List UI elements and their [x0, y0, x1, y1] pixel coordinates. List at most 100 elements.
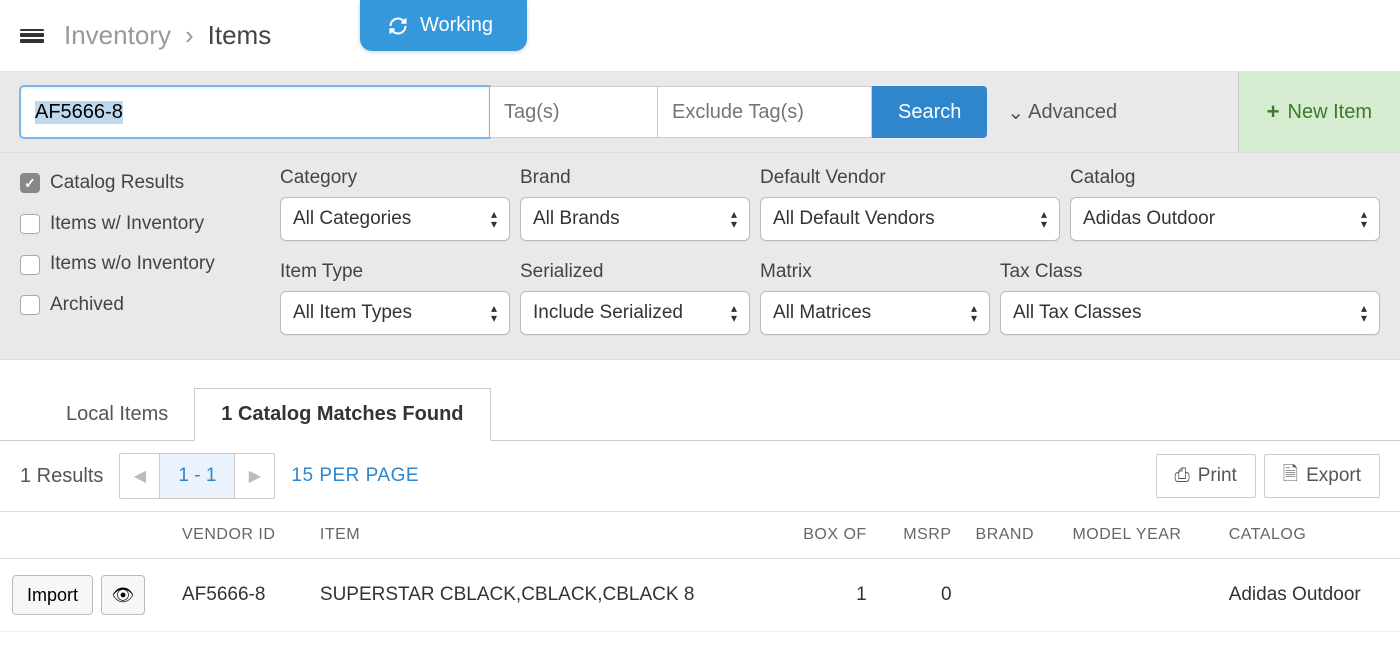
filter-selects-row1: Category All Categories ▴▾ Brand All Bra… — [280, 167, 1380, 241]
advanced-toggle[interactable]: ⌄ Advanced — [987, 72, 1137, 152]
field-category: Category All Categories ▴▾ — [280, 167, 510, 241]
field-label: Matrix — [760, 261, 990, 283]
cell-brand — [964, 559, 1061, 632]
field-tax-class: Tax Class All Tax Classes ▴▾ — [1000, 261, 1380, 335]
checkbox-label: Archived — [50, 293, 124, 318]
checkbox-label: Items w/o Inventory — [50, 252, 215, 277]
refresh-icon — [388, 16, 408, 36]
plus-icon: + — [1267, 99, 1280, 125]
select-value: All Brands — [533, 208, 620, 230]
field-label: Serialized — [520, 261, 750, 283]
export-button[interactable]: 🗎 Export — [1264, 454, 1380, 498]
inventory-icon — [20, 29, 44, 43]
col-vendor-id[interactable]: VENDOR ID — [170, 512, 308, 559]
col-model-year[interactable]: MODEL YEAR — [1060, 512, 1216, 559]
results-toolbar: 1 Results ◀ 1 - 1 ▶ 15 PER PAGE ⎙ Print … — [0, 441, 1400, 512]
advanced-label: Advanced — [1028, 101, 1117, 124]
filter-selects-row2: Item Type All Item Types ▴▾ Serialized I… — [280, 261, 1380, 335]
updown-icon: ▴▾ — [491, 303, 497, 323]
tab-local-items[interactable]: Local Items — [40, 389, 194, 440]
select-value: All Tax Classes — [1013, 302, 1141, 324]
export-icon: 🗎 — [1283, 460, 1298, 492]
tags-input[interactable] — [490, 86, 658, 138]
cell-box-of: 1 — [776, 559, 879, 632]
import-button[interactable]: Import — [12, 575, 93, 615]
select-category[interactable]: All Categories ▴▾ — [280, 197, 510, 241]
updown-icon: ▴▾ — [971, 303, 977, 323]
select-serialized[interactable]: Include Serialized ▴▾ — [520, 291, 750, 335]
search-row: Search ⌄ Advanced + New Item — [0, 72, 1400, 153]
select-matrix[interactable]: All Matrices ▴▾ — [760, 291, 990, 335]
print-button[interactable]: ⎙ Print — [1156, 454, 1256, 498]
preview-button[interactable]: 👁 — [101, 575, 145, 615]
pager-prev-button[interactable]: ◀ — [120, 454, 160, 498]
filter-checkboxes: Catalog Results Items w/ Inventory Items… — [20, 167, 280, 335]
results-count: 1 Results — [20, 465, 103, 488]
updown-icon: ▴▾ — [731, 303, 737, 323]
field-catalog: Catalog Adidas Outdoor ▴▾ — [1070, 167, 1380, 241]
new-item-label: New Item — [1288, 101, 1372, 124]
printer-icon: ⎙ — [1175, 465, 1190, 487]
breadcrumb: Inventory › Items — [64, 20, 271, 51]
tab-catalog-matches[interactable]: 1 Catalog Matches Found — [194, 388, 490, 441]
checkbox-items-without-inventory[interactable]: Items w/o Inventory — [20, 252, 280, 277]
select-value: All Item Types — [293, 302, 412, 324]
result-tabs: Local Items 1 Catalog Matches Found — [0, 360, 1400, 441]
working-status-label: Working — [420, 14, 493, 37]
checkbox-icon — [20, 295, 40, 315]
select-item-type[interactable]: All Item Types ▴▾ — [280, 291, 510, 335]
col-brand[interactable]: BRAND — [964, 512, 1061, 559]
new-item-button[interactable]: + New Item — [1238, 72, 1400, 152]
top-bar: Inventory › Items Working — [0, 0, 1400, 72]
select-value: Adidas Outdoor — [1083, 208, 1215, 230]
cell-model-year — [1060, 559, 1216, 632]
col-box-of[interactable]: BOX OF — [776, 512, 879, 559]
checkbox-archived[interactable]: Archived — [20, 293, 280, 318]
select-value: All Default Vendors — [773, 208, 935, 230]
updown-icon: ▴▾ — [1361, 209, 1367, 229]
breadcrumb-current: Items — [208, 20, 272, 51]
updown-icon: ▴▾ — [491, 209, 497, 229]
field-serialized: Serialized Include Serialized ▴▾ — [520, 261, 750, 335]
cell-msrp: 0 — [879, 559, 964, 632]
search-button[interactable]: Search — [872, 86, 987, 138]
cell-vendor-id: AF5666-8 — [170, 559, 308, 632]
cell-catalog: Adidas Outdoor — [1217, 559, 1400, 632]
col-item[interactable]: ITEM — [308, 512, 776, 559]
checkbox-label: Catalog Results — [50, 171, 184, 196]
breadcrumb-parent[interactable]: Inventory — [64, 20, 171, 51]
select-value: All Matrices — [773, 302, 871, 324]
checkbox-icon — [20, 255, 40, 275]
per-page-selector[interactable]: 15 PER PAGE — [291, 465, 419, 487]
select-catalog[interactable]: Adidas Outdoor ▴▾ — [1070, 197, 1380, 241]
exclude-tags-input[interactable] — [658, 86, 872, 138]
advanced-filters-panel: Catalog Results Items w/ Inventory Items… — [0, 153, 1400, 360]
pager-next-button[interactable]: ▶ — [234, 454, 274, 498]
checkbox-label: Items w/ Inventory — [50, 212, 204, 237]
field-label: Default Vendor — [760, 167, 1060, 189]
chevron-down-icon: ⌄ — [1007, 100, 1024, 125]
print-label: Print — [1198, 465, 1237, 487]
search-input[interactable] — [20, 86, 490, 138]
field-label: Category — [280, 167, 510, 189]
select-tax-class[interactable]: All Tax Classes ▴▾ — [1000, 291, 1380, 335]
updown-icon: ▴▾ — [1041, 209, 1047, 229]
pager-current: 1 - 1 — [160, 454, 234, 498]
eye-icon: 👁 — [112, 585, 135, 606]
checkbox-catalog-results[interactable]: Catalog Results — [20, 171, 280, 196]
table-row: Import 👁 AF5666-8 SUPERSTAR CBLACK,CBLAC… — [0, 559, 1400, 632]
cell-item: SUPERSTAR CBLACK,CBLACK,CBLACK 8 — [308, 559, 776, 632]
select-value: Include Serialized — [533, 302, 683, 324]
updown-icon: ▴▾ — [731, 209, 737, 229]
chevron-right-icon: › — [185, 20, 194, 51]
search-group: Search — [0, 72, 987, 152]
field-label: Item Type — [280, 261, 510, 283]
select-value: All Categories — [293, 208, 411, 230]
select-brand[interactable]: All Brands ▴▾ — [520, 197, 750, 241]
field-item-type: Item Type All Item Types ▴▾ — [280, 261, 510, 335]
pager: ◀ 1 - 1 ▶ — [119, 453, 275, 499]
col-catalog[interactable]: CATALOG — [1217, 512, 1400, 559]
col-msrp[interactable]: MSRP — [879, 512, 964, 559]
checkbox-items-with-inventory[interactable]: Items w/ Inventory — [20, 212, 280, 237]
select-default-vendor[interactable]: All Default Vendors ▴▾ — [760, 197, 1060, 241]
